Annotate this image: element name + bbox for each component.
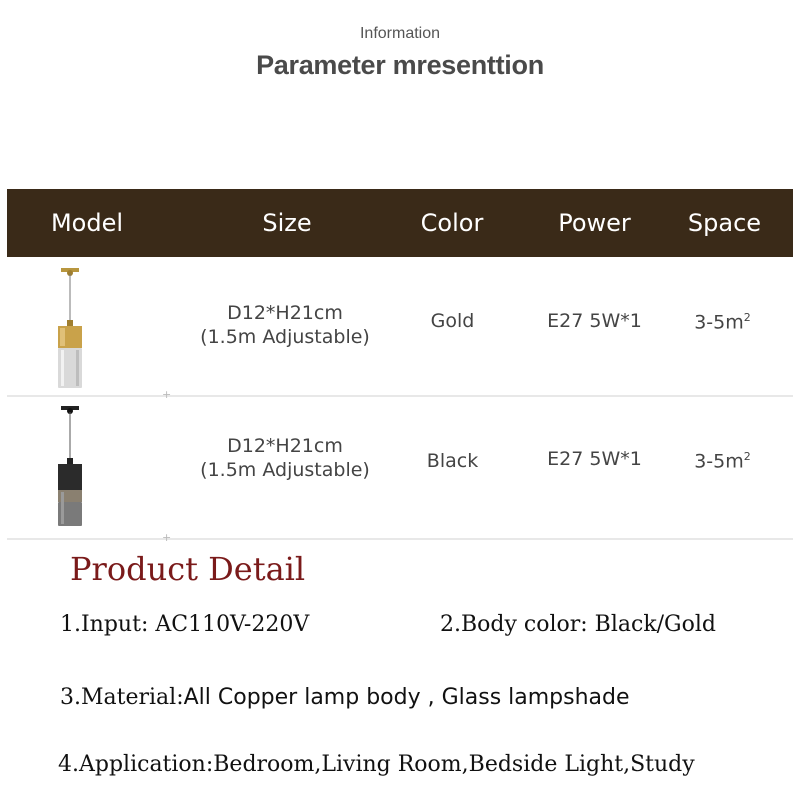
material-label: 3.Material: — [60, 685, 184, 710]
detail-input: 1.Input: AC110V-220V — [60, 612, 310, 637]
row-divider — [7, 395, 793, 397]
plus-marker: + — [162, 388, 172, 401]
row-divider — [7, 538, 793, 540]
detail-material: 3.Material:All Copper lamp body , Glass … — [60, 685, 630, 710]
parameter-table-header: Model Size Color Power Space — [7, 189, 793, 257]
color-value: Black — [426, 450, 479, 472]
column-header-space: Space — [687, 209, 762, 237]
cable-length-value: (1.5m Adjustable) — [200, 459, 370, 481]
page-title: Parameter mresenttion — [256, 50, 544, 80]
material-value: All Copper lamp body , Glass lampshade — [183, 685, 630, 710]
cable-length-value: (1.5m Adjustable) — [200, 326, 370, 348]
product-detail-title: Product Detail — [70, 550, 306, 588]
section-eyebrow: Information — [359, 25, 441, 42]
detail-application: 4.Application:Bedroom,Living Room,Bedsid… — [58, 752, 695, 777]
size-value: D12*H21cm — [227, 302, 343, 324]
column-header-size: Size — [262, 209, 312, 237]
space-value: 3-5m2 — [694, 450, 751, 473]
column-header-color: Color — [420, 209, 484, 237]
color-value: Gold — [430, 310, 475, 332]
plus-marker: + — [162, 531, 172, 544]
size-value: D12*H21cm — [227, 435, 343, 457]
black-pendant-lamp-icon — [58, 406, 82, 526]
power-value: E27 5W*1 — [547, 310, 642, 332]
detail-body-color: 2.Body color: Black/Gold — [440, 612, 716, 637]
power-value: E27 5W*1 — [547, 448, 642, 470]
column-header-power: Power — [558, 209, 631, 237]
gold-pendant-lamp-icon — [58, 268, 82, 388]
column-header-model: Model — [50, 209, 124, 237]
space-value: 3-5m2 — [694, 311, 751, 334]
